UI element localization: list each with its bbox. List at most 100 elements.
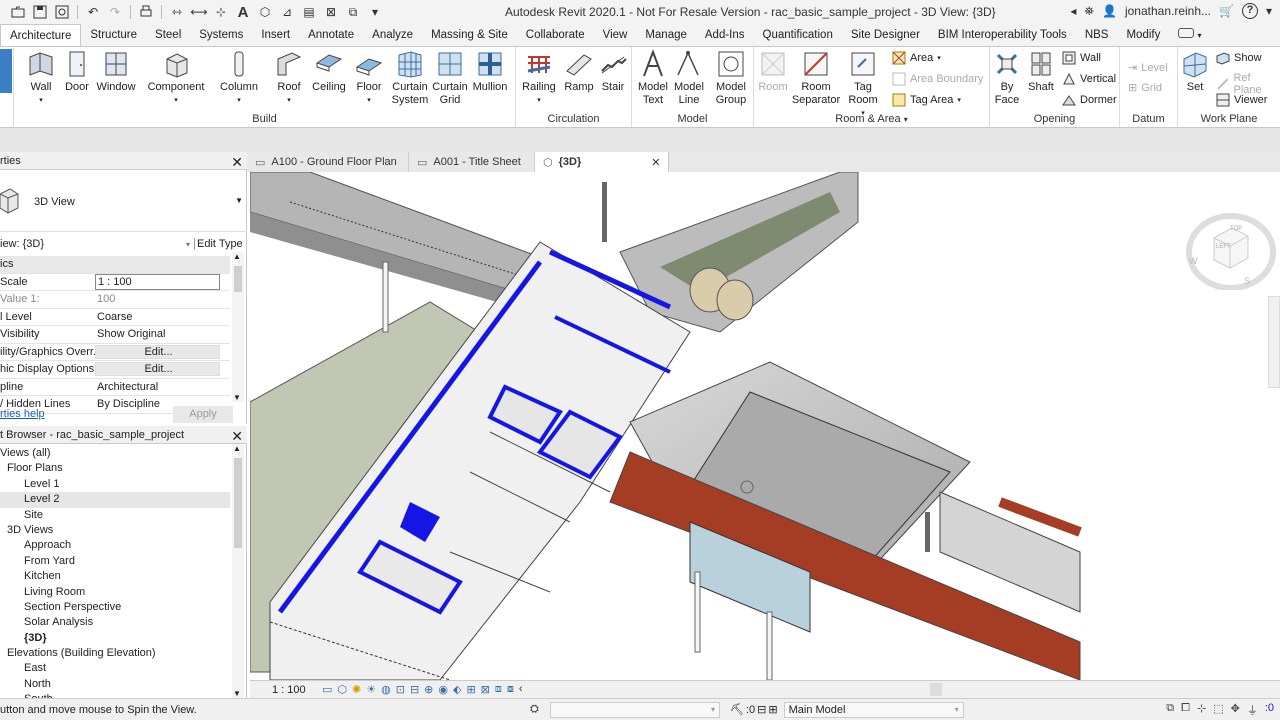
undo-icon[interactable]: ↶	[83, 3, 103, 21]
save-icon[interactable]	[30, 3, 50, 21]
column-button[interactable]: Column ▾	[220, 49, 258, 107]
select-pinned-icon[interactable]: ⊹	[1197, 702, 1206, 718]
tab-manage[interactable]: Manage	[636, 24, 696, 46]
help-icon[interactable]: ?	[1241, 3, 1258, 19]
tab-site-designer[interactable]: Site Designer	[842, 24, 929, 46]
unlocked-3d-icon[interactable]: ⊕	[424, 683, 433, 696]
reveal-constraints-icon[interactable]: ⧇	[507, 683, 514, 696]
user-icon[interactable]: 👤	[1102, 4, 1117, 18]
properties-scrollbar[interactable]: ▲ ▼	[232, 252, 244, 402]
tab-modify[interactable]: Modify	[1117, 24, 1169, 46]
document-tab[interactable]: ⬡ {3D} ✕	[535, 152, 670, 172]
document-tab[interactable]: ▭ A001 - Title Sheet	[409, 152, 535, 172]
scroll-down-icon[interactable]: ▼	[233, 393, 241, 402]
curtain-system-button[interactable]: Curtain System	[390, 49, 430, 107]
room-separator-button[interactable]: Room Separator	[792, 49, 840, 107]
scroll-up-icon[interactable]: ▲	[233, 252, 241, 261]
close-hidden-icon[interactable]: ⊠	[321, 3, 341, 21]
shaft-button[interactable]: Shaft	[1026, 49, 1056, 94]
ramp-button[interactable]: Ramp	[564, 49, 594, 94]
edit-button[interactable]: Edit...	[95, 362, 220, 377]
door-button[interactable]: Door	[64, 49, 90, 94]
building-model[interactable]	[250, 172, 1280, 680]
tab-collaborate[interactable]: Collaborate	[517, 24, 594, 46]
binoculars-icon[interactable]: ⛯	[1084, 4, 1094, 19]
render-icon[interactable]: ◍	[381, 683, 391, 696]
property-row[interactable]: ics	[0, 256, 230, 274]
scroll-thumb[interactable]	[234, 266, 242, 292]
tab-annotate[interactable]: Annotate	[299, 24, 363, 46]
browser-tree-item[interactable]: {3D}	[0, 631, 230, 646]
apply-button[interactable]: Apply	[173, 405, 233, 423]
browser-tree-item[interactable]: Kitchen	[0, 569, 230, 584]
scroll-thumb[interactable]	[234, 458, 242, 548]
show-work-plane-button[interactable]: Show	[1216, 51, 1262, 65]
edit-type-button[interactable]: Edit Type	[194, 238, 243, 250]
select-by-face-icon[interactable]: ⬚	[1213, 702, 1223, 718]
temporary-hide-icon[interactable]: ◉	[438, 683, 448, 696]
set-work-plane-button[interactable]: Set	[1180, 49, 1210, 94]
browser-tree-item[interactable]: Views (all)	[0, 446, 230, 461]
railing-button[interactable]: Railing ▾	[520, 49, 558, 107]
tab-analyze[interactable]: Analyze	[363, 24, 422, 46]
browser-tree-item[interactable]: North	[0, 677, 230, 692]
floor-button[interactable]: Floor ▾	[354, 49, 384, 107]
browser-tree-item[interactable]: From Yard	[0, 554, 230, 569]
chevron-left-icon[interactable]: ◂	[1070, 4, 1076, 18]
browser-tree-item[interactable]: Approach	[0, 538, 230, 553]
scroll-down-icon[interactable]: ▼	[233, 689, 241, 698]
select-underlay-icon[interactable]: ⧠	[1181, 702, 1190, 718]
reveal-hidden-icon[interactable]: ⬖	[453, 683, 461, 696]
help-dropdown-icon[interactable]: ▾	[1266, 4, 1272, 18]
room-button[interactable]: Room	[758, 49, 788, 94]
viewer-button[interactable]: Viewer	[1216, 93, 1267, 107]
design-options-icon-2[interactable]: ⊞	[768, 703, 777, 716]
highlight-displacement-icon[interactable]: ⧈	[495, 683, 502, 696]
scroll-up-icon[interactable]: ▲	[233, 444, 241, 453]
sync-icon[interactable]	[52, 3, 72, 21]
redo-icon[interactable]: ↷	[105, 3, 125, 21]
property-row[interactable]: Visibility Show Original	[0, 326, 230, 344]
editable-only-icon[interactable]: ⛏	[730, 703, 744, 716]
design-option-dropdown[interactable]: Main Model ▾	[783, 701, 964, 718]
close-icon[interactable]: ✕	[231, 153, 243, 171]
ceiling-button[interactable]: Ceiling	[310, 49, 348, 94]
by-face-button[interactable]: By Face	[992, 49, 1022, 107]
tab-insert[interactable]: Insert	[252, 24, 299, 46]
filter-dropdown-icon[interactable]: ▾	[186, 240, 190, 249]
horizontal-scroll-thumb[interactable]	[930, 683, 942, 696]
print-icon[interactable]	[136, 3, 156, 21]
model-group-button[interactable]: Model Group	[712, 49, 750, 107]
analytical-model-icon[interactable]: ⊠	[481, 683, 490, 696]
customize-icon[interactable]: ▾	[365, 3, 385, 21]
view-cube[interactable]: TOP LEFT W S	[1186, 210, 1276, 291]
close-icon[interactable]: ✕	[231, 427, 243, 445]
document-tab[interactable]: ▭ A100 - Ground Floor Plan	[247, 152, 409, 172]
tab-systems[interactable]: Systems	[190, 24, 252, 46]
browser-tree-item[interactable]: Section Perspective	[0, 600, 230, 615]
crop-view-icon[interactable]: ⊡	[396, 683, 405, 696]
property-row[interactable]: Scale 1 : 100	[0, 273, 230, 291]
tab-steel[interactable]: Steel	[146, 24, 190, 46]
section-icon[interactable]: ⊿	[277, 3, 297, 21]
select-links-icon[interactable]: ⧉	[1166, 702, 1174, 718]
area-boundary-button[interactable]: Area Boundary	[892, 72, 983, 86]
grid-button[interactable]: ⊞ Grid	[1128, 81, 1162, 95]
visual-style-icon[interactable]: ⬡	[337, 683, 347, 696]
modify-button[interactable]	[0, 49, 12, 93]
model-line-button[interactable]: Model Line	[672, 49, 706, 107]
shadows-icon[interactable]: ☀	[366, 683, 376, 696]
type-dropdown-icon[interactable]: ▼	[235, 196, 243, 205]
close-tab-icon[interactable]: ✕	[651, 156, 660, 169]
workset-dropdown[interactable]: ▾	[550, 701, 720, 718]
mullion-button[interactable]: Mullion	[470, 49, 510, 94]
worksharing-icon[interactable]: ⊞	[466, 683, 475, 696]
worksets-icon[interactable]: ⛭	[530, 703, 546, 716]
switch-windows-icon[interactable]: ⧉	[343, 3, 363, 21]
browser-tree-item[interactable]: Elevations (Building Elevation)	[0, 646, 230, 661]
default-3d-icon[interactable]: ⬡	[255, 3, 275, 21]
sun-path-icon[interactable]: ✺	[352, 683, 361, 696]
type-selector[interactable]: 3D View ▼	[0, 174, 247, 232]
browser-tree-item[interactable]: Solar Analysis	[0, 615, 230, 630]
vertical-opening-button[interactable]: Vertical	[1062, 72, 1116, 86]
